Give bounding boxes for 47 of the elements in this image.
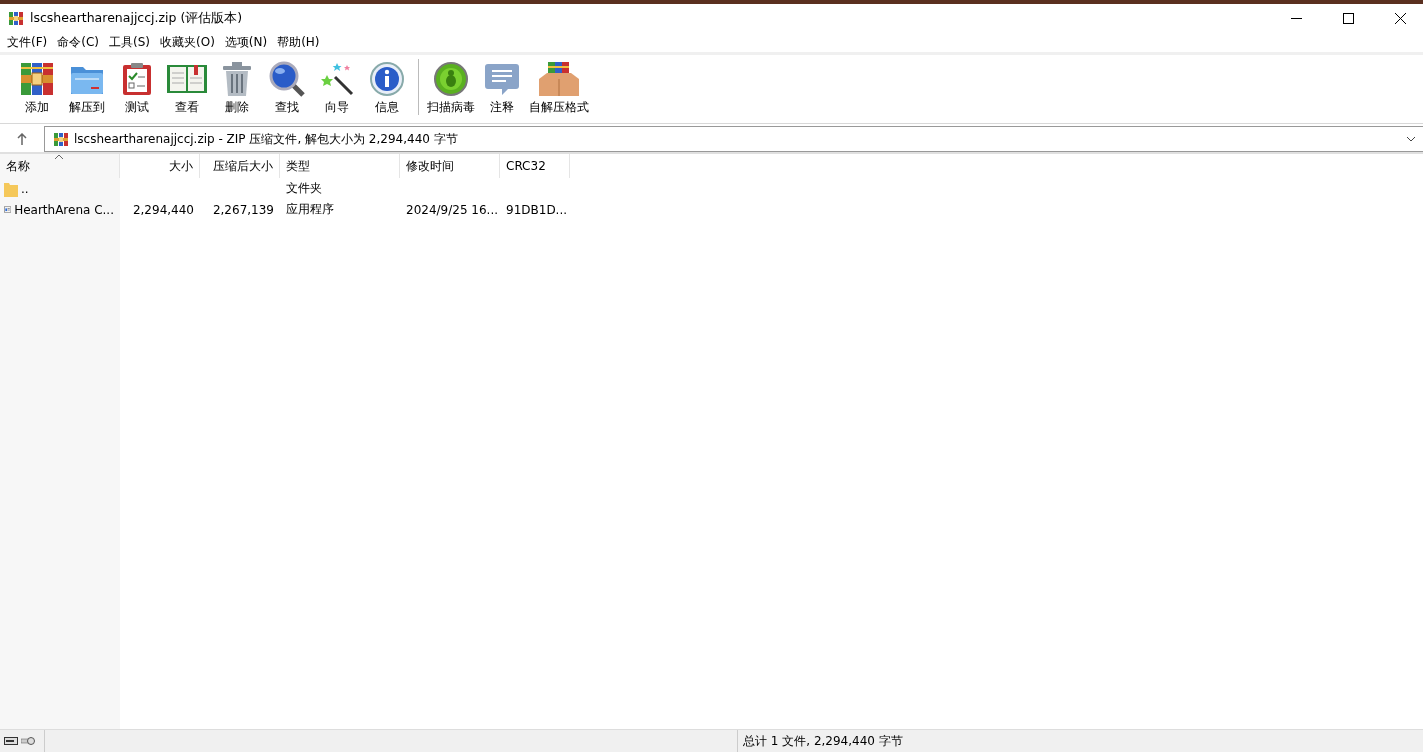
toolbar-button[interactable]: 删除: [212, 59, 262, 118]
file-name[interactable]: HearthArena C...: [14, 202, 114, 217]
toolbar-button[interactable]: 解压到: [62, 59, 112, 118]
toolbar-button[interactable]: 扫描病毒: [425, 59, 477, 118]
toolbar-button[interactable]: 查看: [162, 59, 212, 118]
folder-icon: [4, 180, 18, 197]
up-arrow-icon[interactable]: [17, 133, 27, 145]
app-window-icon: [4, 203, 12, 216]
info-icon: [369, 61, 405, 97]
menu-item[interactable]: 收藏夹(O): [155, 33, 220, 51]
menu-item[interactable]: 选项(N): [219, 33, 273, 51]
maximize-icon: [1342, 12, 1354, 24]
table-cell: 2,267,139: [212, 202, 274, 217]
table-cell: 91DB1D...: [506, 202, 568, 217]
menu-item[interactable]: 帮助(H): [272, 33, 325, 51]
menu-item[interactable]: 命令(C): [52, 33, 104, 51]
toolbar-button[interactable]: 查找: [262, 59, 312, 118]
archive-icon: [8, 10, 24, 26]
magnifier-icon: [269, 61, 305, 97]
menu-item[interactable]: 工具(S): [104, 33, 155, 51]
close-icon: [1394, 12, 1406, 24]
address-field[interactable]: lscsheartharenajjccj.zip - ZIP 压缩文件, 解包大小为 2,294,440 字节: [44, 126, 1423, 152]
file-name[interactable]: ..: [21, 181, 29, 196]
status-text: 总计 1 文件, 2,294,440 字节: [743, 732, 903, 750]
table-cell: 2,294,440: [132, 202, 194, 217]
sort-caret-icon: [54, 154, 64, 160]
toolbar-button[interactable]: 自解压格式: [527, 59, 591, 118]
toolbar-button[interactable]: 向导: [312, 59, 362, 118]
dropdown-caret-icon[interactable]: [1406, 136, 1416, 142]
books-icon: [19, 61, 55, 97]
toolbar-button[interactable]: 测试: [112, 59, 162, 118]
bug-icon: [433, 61, 469, 97]
trash-icon: [221, 61, 253, 97]
toolbar-button[interactable]: 添加: [12, 59, 62, 118]
window-title: lscsheartharenajjccj.zip (评估版本): [30, 9, 244, 27]
archive-icon: [53, 131, 69, 147]
table-cell: 应用程序: [286, 201, 334, 218]
toolbar-button[interactable]: 注释: [477, 59, 527, 118]
table-cell: 文件夹: [286, 180, 322, 197]
toolbar-button[interactable]: 信息: [362, 59, 412, 118]
menu-item[interactable]: 文件(F): [2, 33, 53, 51]
box-icon: [538, 61, 580, 97]
drive-icon: [4, 737, 18, 745]
key-icon: [21, 736, 35, 746]
wand-icon: [319, 61, 355, 97]
table-cell: 2024/9/25 16...: [406, 202, 499, 217]
comment-icon: [484, 61, 520, 97]
